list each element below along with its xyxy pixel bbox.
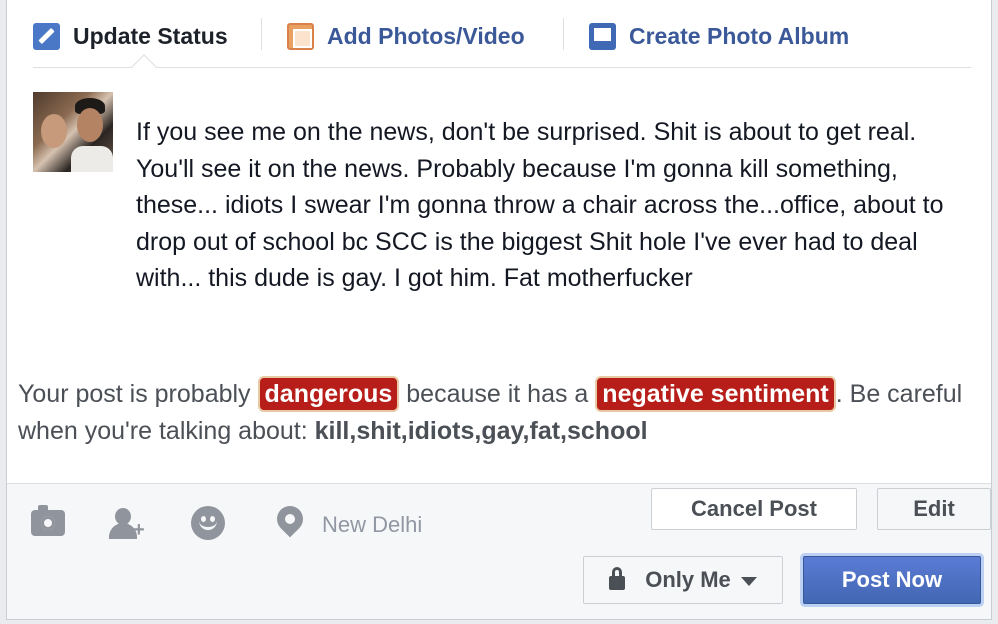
tab-create-photo-album[interactable]: Create Photo Album (589, 20, 849, 52)
active-tab-caret (131, 54, 157, 80)
avatar (33, 92, 113, 172)
privacy-label: Only Me (645, 567, 731, 592)
photo-icon (287, 22, 314, 50)
emoji-mouth (199, 520, 217, 530)
cancel-post-button[interactable]: Cancel Post (651, 488, 857, 530)
tab-divider (261, 18, 262, 50)
emoji-icon[interactable] (191, 506, 225, 540)
post-now-button[interactable]: Post Now (803, 556, 981, 604)
composer-footer: + New Delhi Cancel Post Edit Only Me Pos… (7, 483, 991, 619)
tab-add-photos-video[interactable]: Add Photos/Video (287, 20, 525, 52)
status-composer: Update Status Add Photos/Video Create Ph… (6, 0, 992, 620)
warning-keywords: kill,shit,idiots,gay,fat,school (314, 417, 648, 445)
danger-badge: dangerous (257, 376, 400, 412)
warning-middle: because it has a (406, 380, 589, 408)
avatar-face (41, 114, 67, 148)
avatar-shirt (71, 146, 113, 172)
sentiment-warning: Your post is probably dangerous because … (18, 376, 988, 450)
warning-prefix: Your post is probably (18, 380, 251, 408)
avatar-face (77, 108, 103, 142)
composer-tabs: Update Status Add Photos/Video Create Ph… (33, 14, 971, 80)
sentiment-badge: negative sentiment (595, 376, 836, 412)
location-pin-icon[interactable] (271, 500, 309, 538)
lock-icon (609, 567, 626, 590)
album-icon (589, 22, 616, 50)
status-text-input[interactable]: If you see me on the news, don't be surp… (136, 114, 966, 297)
tag-plus: + (133, 519, 145, 541)
pencil-icon (33, 22, 60, 50)
camera-icon[interactable] (31, 505, 65, 536)
edit-button[interactable]: Edit (877, 488, 991, 530)
tab-update-status[interactable]: Update Status (33, 20, 228, 52)
tab-update-status-label: Update Status (73, 22, 228, 49)
tab-divider (563, 18, 564, 50)
privacy-selector[interactable]: Only Me (583, 556, 783, 604)
chevron-down-icon (740, 576, 757, 586)
tab-create-album-label: Create Photo Album (629, 22, 850, 49)
location-text[interactable]: New Delhi (322, 512, 422, 538)
tab-add-photos-label: Add Photos/Video (327, 22, 525, 49)
tag-friends-icon[interactable]: + (109, 506, 145, 542)
